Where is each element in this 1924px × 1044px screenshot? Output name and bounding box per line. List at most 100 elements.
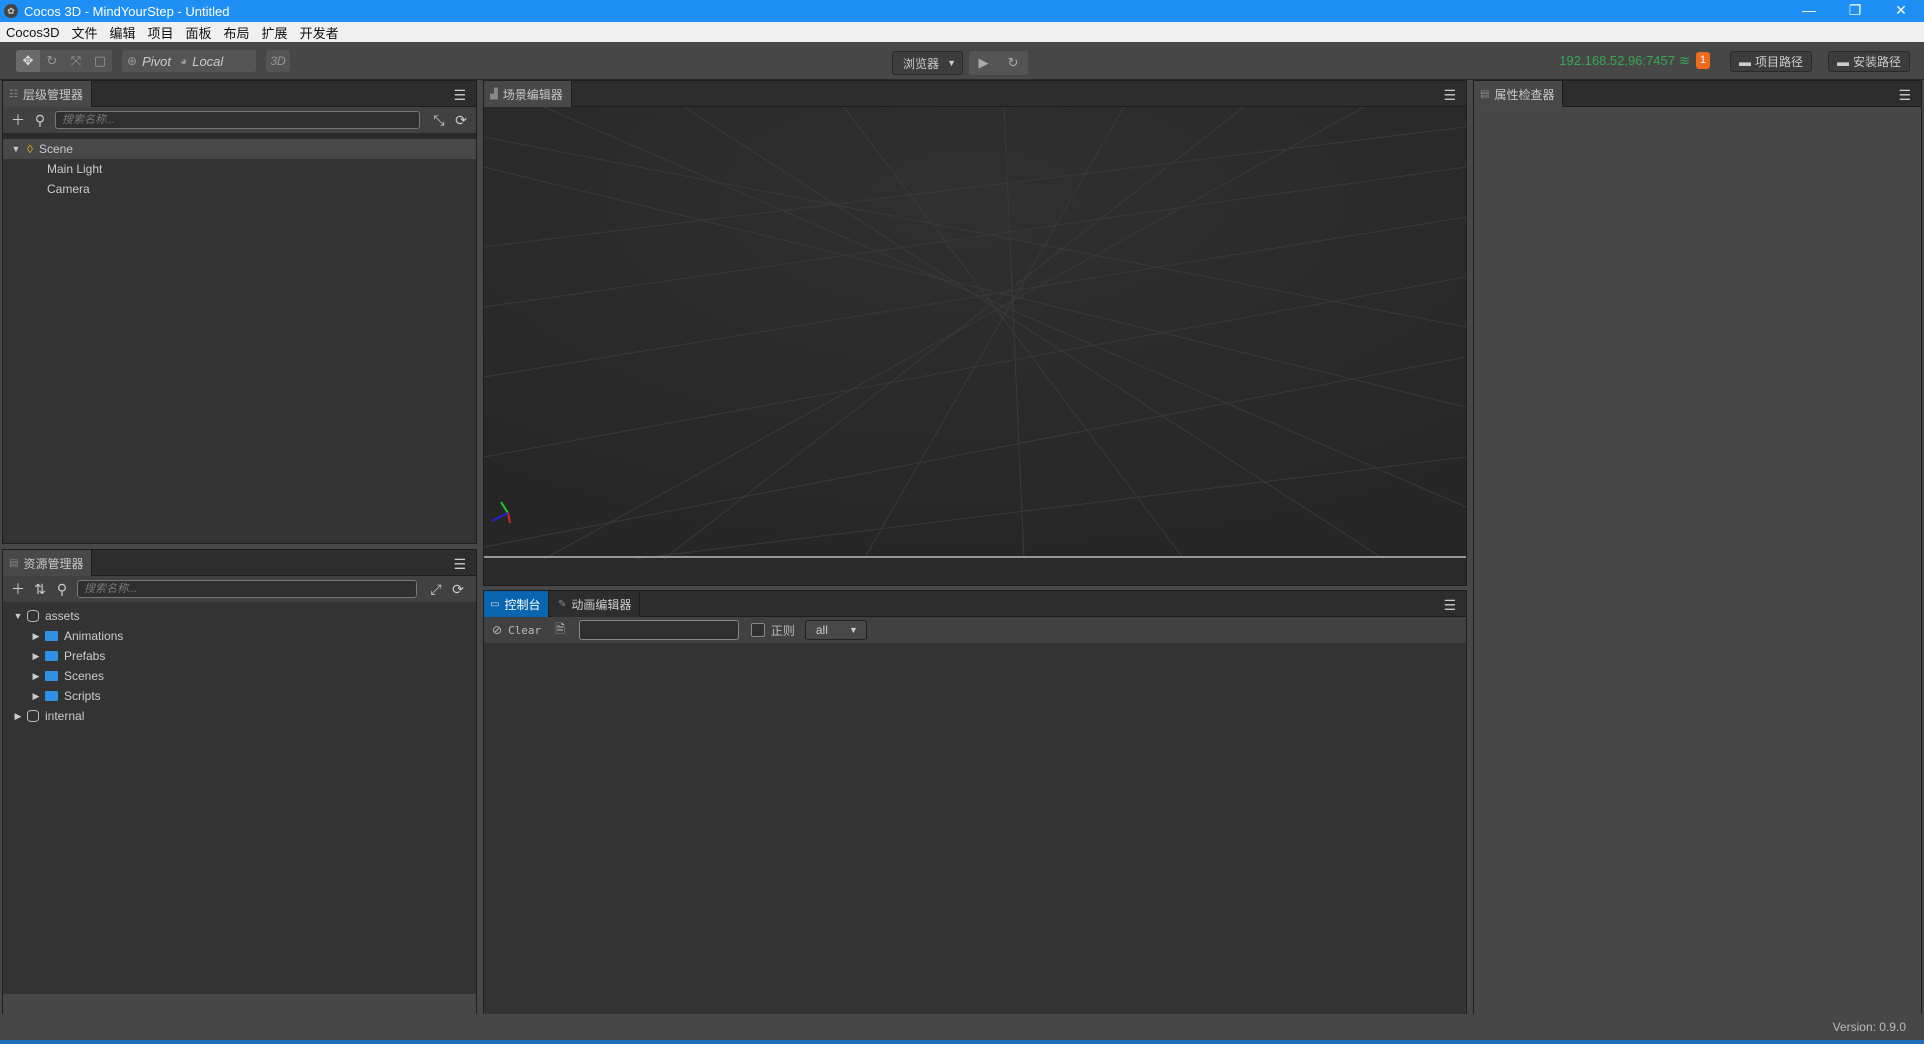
- tab-animation-editor[interactable]: ✎ 动画编辑器: [552, 591, 641, 617]
- menu-developer[interactable]: 开发者: [294, 23, 345, 42]
- preview-ip[interactable]: 192.168.52.96:7457: [1559, 53, 1675, 68]
- console-filter-input[interactable]: [578, 620, 739, 640]
- tree-label: assets: [45, 609, 80, 623]
- assets-footer: [3, 994, 476, 1014]
- expand-icon[interactable]: ⤢: [425, 581, 447, 598]
- pivot-local-group: ⊕ Pivot ◕ Local: [122, 50, 256, 72]
- terminal-icon: ▭: [490, 598, 500, 610]
- tree-node-folder[interactable]: ▶ Scenes: [3, 666, 476, 686]
- tab-hierarchy[interactable]: ☷ 层级管理器: [3, 81, 92, 107]
- close-button[interactable]: ✕: [1878, 0, 1924, 22]
- pivot-toggle[interactable]: Pivot: [142, 54, 171, 69]
- panel-menu-icon[interactable]: ☰: [1443, 597, 1456, 614]
- add-node-icon[interactable]: ＋: [7, 110, 29, 130]
- log-level-select[interactable]: all ▼: [804, 620, 867, 640]
- log-level-value: all: [815, 623, 828, 637]
- refresh-icon[interactable]: ⟳: [450, 112, 472, 129]
- local-icon: ◕: [179, 54, 188, 68]
- window-title: Cocos 3D - MindYourStep - Untitled: [24, 3, 230, 19]
- caret-right-icon[interactable]: ▶: [11, 711, 25, 722]
- play-icon[interactable]: ▶: [979, 55, 989, 71]
- caret-right-icon[interactable]: ▶: [29, 691, 43, 702]
- folder-icon: [45, 691, 58, 701]
- tab-inspector[interactable]: ▤ 属性检查器: [1474, 81, 1564, 107]
- inspector-title: 属性检查器: [1494, 87, 1555, 102]
- version-label: Version: 0.9.0: [1832, 1020, 1906, 1034]
- tree-node-assets[interactable]: ▼ assets: [3, 606, 476, 626]
- move-tool-icon[interactable]: ✥: [16, 50, 40, 72]
- refresh-icon[interactable]: ↻: [1008, 55, 1019, 71]
- menu-cocos3d[interactable]: Cocos3D: [0, 25, 65, 40]
- clear-button[interactable]: Clear: [508, 624, 541, 637]
- tab-scene[interactable]: ▟ 场景编辑器: [484, 81, 572, 107]
- tree-node[interactable]: Camera: [3, 179, 476, 199]
- panel-menu-icon[interactable]: ☰: [1898, 87, 1911, 104]
- transform-tools: ✥ ↻ ⤧ ▢: [16, 50, 112, 72]
- rotate-tool-icon[interactable]: ↻: [40, 53, 64, 69]
- menu-panel[interactable]: 面板: [180, 23, 218, 42]
- preview-controls: ▶ ↻: [969, 51, 1028, 75]
- tree-node-folder[interactable]: ▶ Prefabs: [3, 646, 476, 666]
- tree-label: internal: [45, 709, 85, 723]
- scene-icon: ◊: [27, 142, 33, 156]
- collapse-icon[interactable]: ⤡: [428, 112, 450, 129]
- folder-icon: [45, 631, 58, 641]
- scene-title: 场景编辑器: [502, 87, 563, 102]
- menu-project[interactable]: 项目: [142, 23, 180, 42]
- panel-menu-icon[interactable]: ☰: [453, 87, 466, 104]
- regex-checkbox[interactable]: [750, 623, 765, 637]
- chevron-down-icon: ▼: [947, 58, 956, 68]
- hierarchy-search-input[interactable]: 搜索名称...: [55, 111, 420, 129]
- tree-label: Scene: [38, 142, 73, 156]
- caret-right-icon[interactable]: ▶: [29, 651, 43, 662]
- local-toggle[interactable]: Local: [192, 54, 223, 69]
- tree-node-scene[interactable]: ▼ ◊ Scene: [3, 139, 476, 159]
- log-file-icon[interactable]: 🗎: [555, 620, 565, 641]
- pivot-icon: ⊕: [127, 54, 138, 68]
- sort-icon[interactable]: ⇅: [29, 581, 51, 598]
- menu-file[interactable]: 文件: [65, 23, 103, 42]
- caret-right-icon[interactable]: ▶: [29, 671, 43, 682]
- database-icon: [27, 710, 39, 722]
- caret-down-icon[interactable]: ▼: [11, 611, 25, 621]
- title-bar: ✿ Cocos 3D - MindYourStep - Untitled — ❐…: [0, 0, 1924, 22]
- hierarchy-icon: ☷: [9, 88, 18, 100]
- tab-assets[interactable]: ▤ 资源管理器: [3, 550, 93, 576]
- tree-label: Camera: [47, 182, 90, 196]
- preview-server: 192.168.52.96:7457 ≋ 1: [1559, 52, 1710, 69]
- tree-node-folder[interactable]: ▶ Animations: [3, 626, 476, 646]
- tree-node[interactable]: Main Light: [3, 159, 476, 179]
- panel-menu-icon[interactable]: ☰: [1443, 87, 1456, 104]
- clear-icon: ⊘: [492, 623, 503, 637]
- rect-tool-icon[interactable]: ▢: [88, 53, 112, 69]
- wifi-icon: ≋: [1678, 52, 1690, 68]
- assets-title: 资源管理器: [23, 556, 84, 571]
- tab-console[interactable]: ▭ 控制台: [484, 591, 550, 617]
- restore-button[interactable]: ❐: [1832, 0, 1878, 22]
- notification-badge[interactable]: 1: [1695, 52, 1710, 69]
- preview-platform-select[interactable]: 浏览器 ▼: [892, 51, 963, 75]
- refresh-icon[interactable]: ⟳: [447, 581, 469, 598]
- assets-panel: ▤ 资源管理器 ☰ ＋ ⇅ ⚲ 搜索名称... ⤢ ⟳ ▼ assets ▶ A…: [2, 549, 477, 1015]
- add-asset-icon[interactable]: ＋: [7, 579, 29, 599]
- install-path-button[interactable]: ▬ 安装路径: [1827, 51, 1910, 72]
- assets-search-input[interactable]: 搜索名称...: [77, 580, 417, 598]
- status-bar: Version: 0.9.0: [0, 1014, 1924, 1040]
- menu-edit[interactable]: 编辑: [103, 23, 141, 42]
- menu-layout[interactable]: 布局: [218, 23, 256, 42]
- caret-right-icon[interactable]: ▶: [29, 631, 43, 642]
- mode-3d-toggle[interactable]: 3D: [266, 50, 290, 72]
- caret-down-icon[interactable]: ▼: [9, 144, 23, 154]
- tree-node-folder[interactable]: ▶ Scripts: [3, 686, 476, 706]
- project-path-button[interactable]: ▬ 项目路径: [1729, 51, 1812, 72]
- main-toolbar: ✥ ↻ ⤧ ▢ ⊕ Pivot ◕ Local 3D 浏览器 ▼ ▶ ↻ 192…: [0, 42, 1924, 80]
- menu-extension[interactable]: 扩展: [256, 23, 294, 42]
- regex-label: 正则: [770, 623, 795, 638]
- hierarchy-panel: ☷ 层级管理器 ☰ ＋ ⚲ 搜索名称... ⤡ ⟳ ▼ ◊ Scene Main…: [2, 80, 477, 544]
- tree-node-internal[interactable]: ▶ internal: [3, 706, 476, 726]
- scene-viewport[interactable]: [484, 107, 1466, 559]
- animation-icon: ✎: [558, 598, 567, 610]
- panel-menu-icon[interactable]: ☰: [453, 556, 466, 573]
- scale-tool-icon[interactable]: ⤧: [64, 53, 88, 69]
- minimize-button[interactable]: —: [1786, 0, 1832, 22]
